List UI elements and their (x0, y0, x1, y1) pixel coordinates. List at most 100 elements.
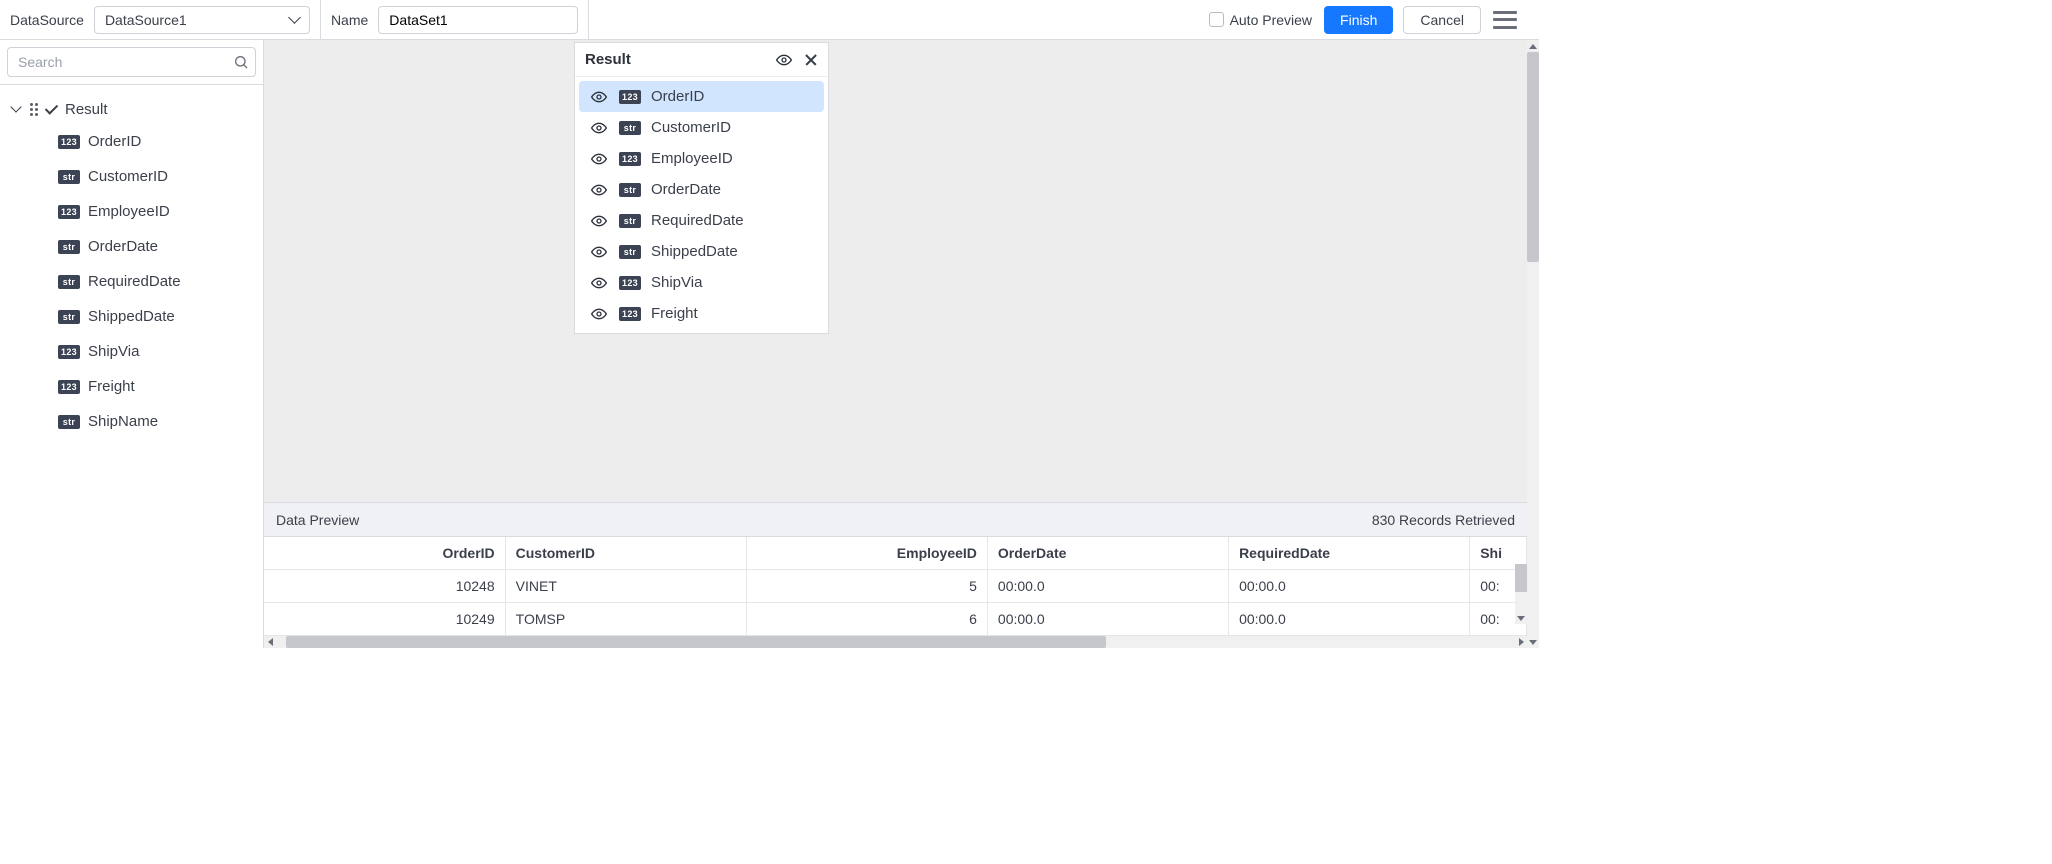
result-field-employeeid[interactable]: 123EmployeeID (579, 143, 824, 174)
field-label: Freight (651, 305, 698, 322)
tree-root-result[interactable]: Result (0, 95, 263, 124)
field-label: RequiredDate (88, 273, 181, 290)
field-label: ShippedDate (651, 243, 738, 260)
tree-root-label: Result (65, 101, 108, 118)
number-type-icon: 123 (619, 276, 641, 290)
column-header-orderdate[interactable]: OrderDate (987, 537, 1228, 570)
string-type-icon: str (58, 170, 80, 184)
search-input[interactable] (8, 54, 233, 70)
tree-field-orderdate[interactable]: strOrderDate (48, 229, 263, 264)
string-type-icon: str (619, 183, 641, 197)
result-field-freight[interactable]: 123 Freight (579, 298, 824, 329)
number-type-icon: 123 (58, 205, 80, 219)
cell: 00:00.0 (987, 603, 1228, 636)
result-field-orderdate[interactable]: str OrderDate (579, 174, 824, 205)
preview-horizontal-scrollbar[interactable] (264, 636, 1527, 648)
cell: 5 (746, 570, 987, 603)
column-header-employeeid[interactable]: EmployeeID (746, 537, 987, 570)
cell: VINET (505, 570, 746, 603)
string-type-icon: str (619, 214, 641, 228)
column-header-customerid[interactable]: CustomerID (505, 537, 746, 570)
name-label: Name (331, 12, 368, 28)
column-header-orderid[interactable]: OrderID (264, 537, 505, 570)
close-icon[interactable] (804, 53, 818, 67)
datasource-value: DataSource1 (105, 12, 187, 28)
field-label: CustomerID (88, 168, 168, 185)
column-header-requireddate[interactable]: RequiredDate (1229, 537, 1470, 570)
tree-field-freight[interactable]: 123Freight (48, 369, 263, 404)
result-field-orderid[interactable]: 123 OrderID (579, 81, 824, 112)
data-preview-panel: Data Preview 830 Records Retrieved Order… (264, 502, 1527, 648)
tree-field-requireddate[interactable]: str RequiredDate (48, 264, 263, 299)
eye-icon[interactable] (589, 306, 609, 322)
design-canvas: Result 123OrderIDstrCustomerID123Employe… (264, 40, 1539, 648)
string-type-icon: str (619, 245, 641, 259)
result-panel-title: Result (585, 51, 631, 68)
preview-table: OrderIDCustomerIDEmployeeIDOrderDateRequ… (264, 537, 1527, 636)
auto-preview-checkbox[interactable] (1209, 12, 1224, 27)
field-label: EmployeeID (88, 203, 170, 220)
field-label: Freight (88, 378, 135, 395)
datasource-label: DataSource (10, 12, 84, 28)
result-field-shippeddate[interactable]: str ShippedDate (579, 236, 824, 267)
field-label: OrderID (651, 88, 704, 105)
result-field-shipvia[interactable]: 123 ShipVia (579, 267, 824, 298)
field-tree-sidebar: Result 123 OrderID str CustomerID 123 Employe… (0, 40, 264, 648)
tree-field-orderid[interactable]: 123 OrderID (48, 124, 263, 159)
datasource-section: DataSource DataSource1 (0, 0, 321, 39)
result-panel: Result 123 OrderID strCustomerID123Employe… (574, 42, 829, 334)
datasource-dropdown[interactable]: DataSource1 (94, 6, 310, 34)
caret-down-icon[interactable] (12, 101, 24, 118)
tree-field-shippeddate[interactable]: strShippedDate (48, 299, 263, 334)
finish-button[interactable]: Finish (1324, 6, 1393, 34)
auto-preview-label: Auto Preview (1230, 12, 1312, 28)
eye-icon[interactable] (589, 213, 609, 229)
tree-field-shipvia[interactable]: 123ShipVia (48, 334, 263, 369)
eye-icon[interactable] (589, 244, 609, 260)
string-type-icon: str (58, 415, 80, 429)
cell: 00:00.0 (1229, 570, 1470, 603)
number-type-icon: 123 (58, 135, 80, 149)
table-row[interactable]: 10249TOMSP600:00.000:00.000: (264, 603, 1527, 636)
top-toolbar: DataSource DataSource1 Name Auto Preview… (0, 0, 1539, 40)
string-type-icon: str (58, 240, 80, 254)
cell: 00:00.0 (987, 570, 1228, 603)
number-type-icon: 123 (58, 345, 80, 359)
eye-icon[interactable] (774, 52, 794, 68)
search-icon[interactable] (233, 54, 249, 70)
string-type-icon: str (619, 121, 641, 135)
cell: TOMSP (505, 603, 746, 636)
cell: 6 (746, 603, 987, 636)
name-section: Name (321, 0, 589, 39)
eye-icon[interactable] (589, 120, 609, 136)
drag-handle-icon[interactable] (30, 103, 38, 116)
field-label: OrderID (88, 133, 141, 150)
dataset-name-input[interactable] (378, 6, 578, 34)
preview-vertical-scrollbar[interactable] (1515, 564, 1527, 624)
records-retrieved-label: 830 Records Retrieved (1372, 512, 1515, 528)
canvas-vertical-scrollbar[interactable] (1527, 40, 1539, 648)
tree-field-employeeid[interactable]: 123 EmployeeID (48, 194, 263, 229)
eye-icon[interactable] (589, 151, 609, 167)
table-row[interactable]: 10248VINET500:00.000:00.000: (264, 570, 1527, 603)
string-type-icon: str (58, 310, 80, 324)
eye-icon[interactable] (589, 182, 609, 198)
eye-icon[interactable] (589, 275, 609, 291)
field-label: OrderDate (651, 181, 721, 198)
cell: 10248 (264, 570, 505, 603)
check-icon (46, 101, 59, 118)
cancel-button[interactable]: Cancel (1403, 6, 1481, 34)
number-type-icon: 123 (619, 90, 641, 104)
eye-icon[interactable] (589, 89, 609, 105)
tree-field-shipname[interactable]: strShipName (48, 404, 263, 439)
data-preview-title: Data Preview (276, 512, 359, 528)
tree-field-customerid[interactable]: str CustomerID (48, 159, 263, 194)
menu-icon[interactable] (1493, 11, 1517, 29)
number-type-icon: 123 (619, 307, 641, 321)
field-label: ShipVia (651, 274, 702, 291)
number-type-icon: 123 (619, 152, 641, 166)
actions-section: Auto Preview Finish Cancel (1199, 0, 1539, 39)
result-field-requireddate[interactable]: strRequiredDate (579, 205, 824, 236)
result-field-customerid[interactable]: strCustomerID (579, 112, 824, 143)
string-type-icon: str (58, 275, 80, 289)
